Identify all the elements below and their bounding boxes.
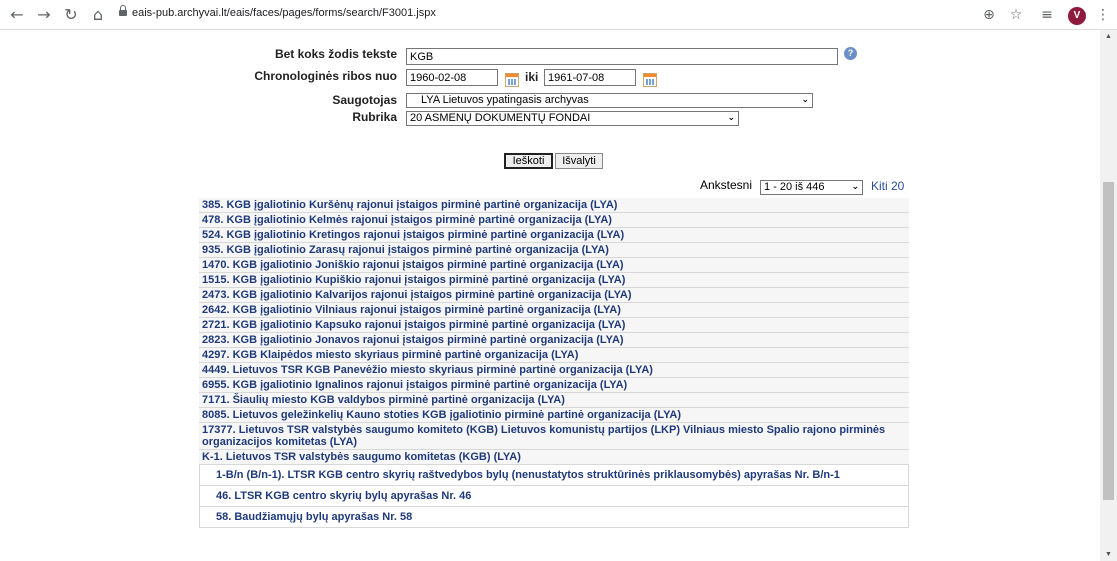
result-item[interactable]: 478. KGB įgaliotinio Kelmės rajonui įsta… <box>199 213 909 228</box>
keyword-label: Bet koks žodis tekste <box>274 47 397 61</box>
result-item[interactable]: 2721. KGB įgaliotinio Kapsuko rajonui įs… <box>199 318 909 333</box>
sub-result-item[interactable]: 1-B/n (B/n-1). LTSR KGB centro skyrių ra… <box>199 465 909 486</box>
search-button[interactable]: Ieškoti <box>504 153 553 169</box>
help-icon[interactable]: ? <box>844 47 857 60</box>
result-item[interactable]: 524. KGB įgaliotinio Kretingos rajonui į… <box>199 228 909 243</box>
date-to-input[interactable]: 1961-07-08 <box>544 69 636 86</box>
saugotojas-select[interactable]: LYA Lietuvos ypatingasis archyvas ⌄ <box>406 93 813 108</box>
result-item[interactable]: 7171. Šiaulių miesto KGB valdybos pirmin… <box>199 393 909 408</box>
rubrika-select[interactable]: 20 ASMENŲ DOKUMENTŲ FONDAI ⌄ <box>406 111 739 126</box>
forward-icon[interactable]: → <box>33 4 55 26</box>
browser-toolbar: ← → ↻ ⌂ eais-pub.archyvai.lt/eais/faces/… <box>0 0 1117 30</box>
scrollbar-thumb[interactable] <box>1103 182 1114 500</box>
keyword-input[interactable]: KGB <box>406 48 838 65</box>
back-icon[interactable]: ← <box>6 4 28 26</box>
date-from-input[interactable]: 1960-02-08 <box>406 69 498 86</box>
result-item[interactable]: 385. KGB įgaliotinio Kuršėnų rajonui įst… <box>199 198 909 213</box>
sub-result-item[interactable]: 58. Baudžiamųjų bylų apyrašas Nr. 58 <box>199 507 909 528</box>
result-item[interactable]: 17377. Lietuvos TSR valstybės saugumo ko… <box>199 423 909 450</box>
reading-list-icon[interactable]: ≡ <box>1036 4 1058 26</box>
lock-icon <box>119 5 127 16</box>
rubrika-value: 20 ASMENŲ DOKUMENTŲ FONDAI <box>410 112 591 124</box>
chevron-down-icon: ⌄ <box>851 182 859 192</box>
saugotojas-value: LYA Lietuvos ypatingasis archyvas <box>421 94 589 106</box>
chevron-down-icon: ⌄ <box>801 95 809 105</box>
result-item[interactable]: 1515. KGB įgaliotinio Kupiškio rajonui į… <box>199 273 909 288</box>
result-item[interactable]: 8085. Lietuvos geležinkelių Kauno stotie… <box>199 408 909 423</box>
prev-page-label[interactable]: Ankstesni <box>700 178 752 192</box>
result-item[interactable]: 4449. Lietuvos TSR KGB Panevėžio miesto … <box>199 363 909 378</box>
result-item[interactable]: 6955. KGB įgaliotinio Ignalinos rajonui … <box>199 378 909 393</box>
chrono-label: Chronologinės ribos nuo <box>254 69 397 83</box>
result-item[interactable]: K-1. Lietuvos TSR valstybės saugumo komi… <box>199 450 909 465</box>
star-icon[interactable]: ☆ <box>1005 4 1027 26</box>
calendar-icon[interactable] <box>643 73 657 87</box>
home-icon[interactable]: ⌂ <box>87 4 109 26</box>
page-range-value: 1 - 20 iš 446 <box>764 181 825 193</box>
calendar-icon[interactable] <box>505 73 519 87</box>
reload-icon[interactable]: ↻ <box>60 4 82 26</box>
clear-button[interactable]: Išvalyti <box>555 153 603 169</box>
scroll-up-icon[interactable]: ▲ <box>1103 33 1114 40</box>
next-page-link[interactable]: Kiti 20 <box>871 179 904 193</box>
result-item[interactable]: 2823. KGB įgaliotinio Jonavos rajonui įs… <box>199 333 909 348</box>
scroll-down-icon[interactable]: ▼ <box>1103 551 1114 558</box>
result-item[interactable]: 4297. KGB Klaipėdos miesto skyriaus pirm… <box>199 348 909 363</box>
zoom-icon[interactable]: ⊕ <box>978 4 1000 26</box>
rubrika-label: Rubrika <box>352 110 397 124</box>
chevron-down-icon: ⌄ <box>727 113 735 123</box>
result-item[interactable]: 2642. KGB įgaliotinio Vilniaus rajonui į… <box>199 303 909 318</box>
page-range-select[interactable]: 1 - 20 iš 446 ⌄ <box>760 180 863 195</box>
sub-result-item[interactable]: 46. LTSR KGB centro skyrių bylų apyrašas… <box>199 486 909 507</box>
menu-icon[interactable]: ⋮ <box>1092 4 1114 26</box>
address-bar[interactable]: eais-pub.archyvai.lt/eais/faces/pages/fo… <box>117 4 972 26</box>
result-item[interactable]: 2473. KGB įgaliotinio Kalvarijos rajonui… <box>199 288 909 303</box>
results-list: 385. KGB įgaliotinio Kuršėnų rajonui įst… <box>199 198 909 561</box>
avatar[interactable]: V <box>1068 7 1086 25</box>
url-text: eais-pub.archyvai.lt/eais/faces/pages/fo… <box>132 7 436 19</box>
saugotojas-label: Saugotojas <box>332 93 397 107</box>
result-item[interactable]: 1470. KGB įgaliotinio Joniškio rajonui į… <box>199 258 909 273</box>
result-item[interactable]: 935. KGB įgaliotinio Zarasų rajonui įsta… <box>199 243 909 258</box>
iki-label: iki <box>525 70 539 84</box>
